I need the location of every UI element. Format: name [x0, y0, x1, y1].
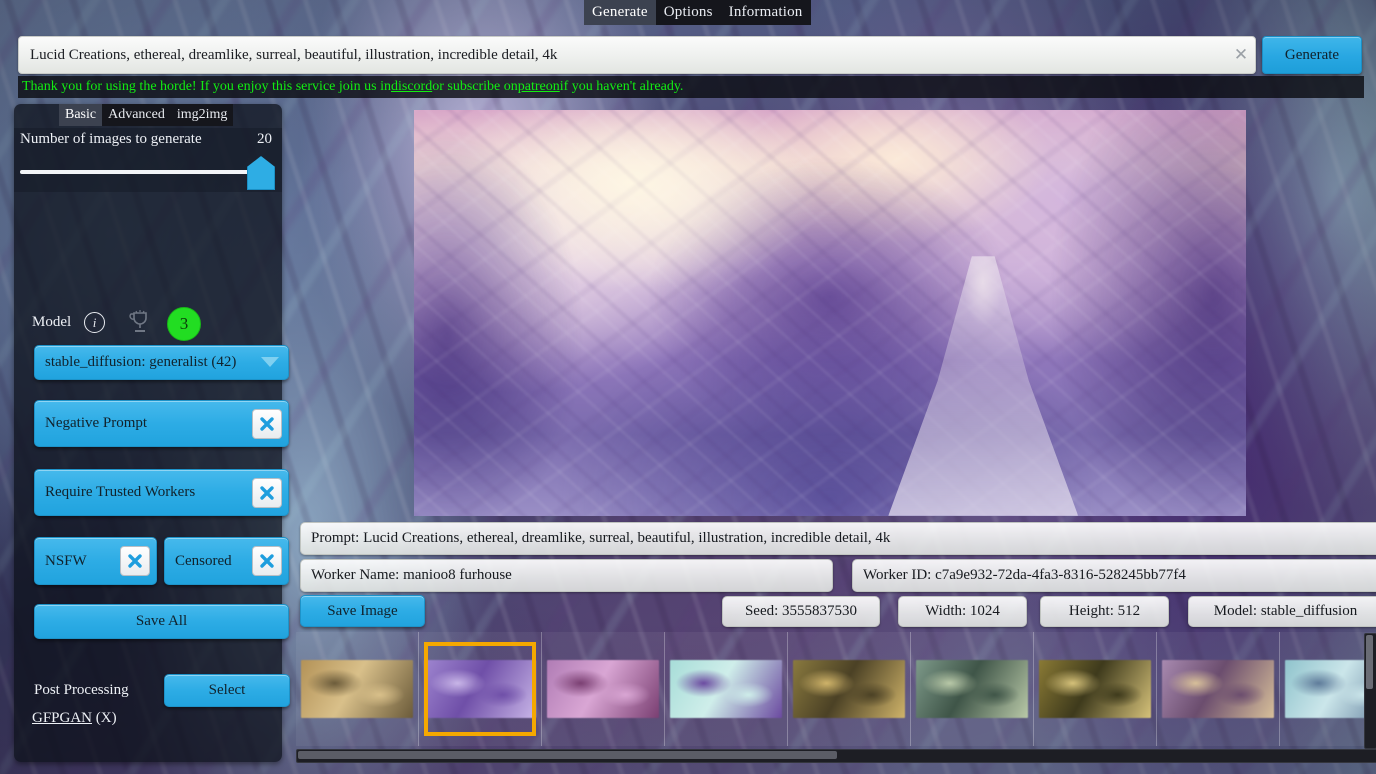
x-mark-icon[interactable]	[252, 477, 282, 508]
generated-image-preview[interactable]	[414, 110, 1246, 516]
worker-id-bar: Worker ID: c7a9e932-72da-4fa3-8316-52824…	[852, 559, 1376, 592]
post-processing-select-label: Select	[208, 682, 246, 698]
tab-generate-label: Generate	[592, 4, 648, 20]
x-mark-icon[interactable]	[252, 408, 282, 439]
thumbnail-image	[670, 660, 782, 718]
notice-part-1: Thank you for using the horde! If you en…	[22, 79, 391, 94]
model-badge: Model: stable_diffusion	[1188, 596, 1376, 627]
post-processing-select-button[interactable]: Select	[164, 674, 290, 707]
thumbnail-strip[interactable]	[296, 632, 1376, 746]
negative-prompt-label: Negative Prompt	[45, 415, 148, 431]
discord-link[interactable]: discord	[391, 79, 432, 95]
prompt-input[interactable]: Lucid Creations, ethereal, dreamlike, su…	[18, 36, 1256, 74]
thumbnail-image	[547, 660, 659, 718]
seed-badge: Seed: 3555837530	[722, 596, 880, 627]
thumbnail-6[interactable]	[911, 632, 1034, 746]
prompt-row: Lucid Creations, ethereal, dreamlike, su…	[18, 36, 1362, 74]
tab-advanced[interactable]: Advanced	[102, 104, 171, 126]
thumbnail-2[interactable]	[419, 632, 542, 746]
prompt-input-value[interactable]: Lucid Creations, ethereal, dreamlike, su…	[19, 47, 1227, 64]
tab-information-label: Information	[728, 4, 803, 20]
worker-name-bar: Worker Name: manioo8 furhouse	[300, 559, 833, 592]
worker-count-value: 3	[179, 314, 189, 333]
thumbnail-image	[793, 660, 905, 718]
negative-prompt-toggle[interactable]: Negative Prompt	[34, 400, 289, 447]
thumbnail-image	[1162, 660, 1274, 718]
x-mark-icon[interactable]	[252, 546, 282, 576]
thumbnail-image	[1285, 660, 1376, 718]
notice-part-3: if you haven't already.	[559, 79, 684, 94]
post-processing-label: Post Processing	[34, 682, 129, 698]
width-badge: Width: 1024	[898, 596, 1027, 627]
tab-img2img-label: img2img	[176, 107, 228, 122]
nsfw-label: NSFW	[45, 552, 87, 569]
chevron-down-icon	[261, 357, 279, 367]
gfpgan-remove[interactable]: (X)	[96, 710, 117, 726]
generate-button-label: Generate	[1284, 46, 1340, 63]
generate-button[interactable]: Generate	[1262, 36, 1362, 74]
tab-img2img[interactable]: img2img	[171, 104, 234, 126]
model-select-dropdown[interactable]: stable_diffusion: generalist (42)	[34, 345, 289, 380]
thumbnail-selection-border	[424, 642, 536, 736]
image-glow-layer	[414, 110, 1246, 516]
clear-prompt-icon[interactable]: ✕	[1227, 45, 1255, 65]
tab-options-label: Options	[663, 4, 713, 20]
horizontal-scrollbar-thumb[interactable]	[298, 751, 837, 759]
thumbnail-1[interactable]	[296, 632, 419, 746]
post-processing-item: GFPGAN (X)	[32, 710, 117, 727]
x-mark-icon[interactable]	[120, 546, 150, 576]
thumbnail-4[interactable]	[665, 632, 788, 746]
tab-options[interactable]: Options	[656, 0, 721, 25]
thumbnail-7[interactable]	[1034, 632, 1157, 746]
thumbnail-image	[916, 660, 1028, 718]
main-tab-bar: Generate Options Information	[584, 0, 811, 25]
thumbnail-5[interactable]	[788, 632, 911, 746]
settings-tab-bar: Basic Advanced img2img	[59, 104, 234, 126]
image-count-label: Number of images to generate	[20, 131, 202, 147]
nsfw-toggle[interactable]: NSFW	[34, 537, 157, 585]
model-label: Model	[32, 314, 72, 330]
thumbnail-image	[301, 660, 413, 718]
image-count-slider-handle[interactable]	[247, 156, 275, 190]
thumbnail-8[interactable]	[1157, 632, 1280, 746]
require-trusted-workers-toggle[interactable]: Require Trusted Workers	[34, 469, 289, 516]
model-select-value: stable_diffusion: generalist (42)	[45, 354, 237, 370]
save-all-button[interactable]: Save All	[34, 604, 289, 639]
tab-basic[interactable]: Basic	[59, 104, 103, 126]
censored-label: Censored	[175, 552, 232, 569]
notice-part-2: or subscribe on	[432, 79, 518, 94]
thumbnail-image	[1039, 660, 1151, 718]
image-count-value: 20	[257, 131, 272, 147]
save-image-button[interactable]: Save Image	[300, 595, 425, 627]
worker-count-badge: 3	[167, 307, 201, 341]
save-image-label: Save Image	[327, 602, 398, 619]
service-notice: Thank you for using the horde! If you en…	[18, 76, 1364, 98]
tab-information[interactable]: Information	[721, 0, 811, 25]
tab-advanced-label: Advanced	[108, 107, 165, 122]
result-prompt-bar: Prompt: Lucid Creations, ethereal, dream…	[300, 522, 1376, 555]
thumbnail-horizontal-scrollbar[interactable]	[296, 749, 1376, 763]
height-badge: Height: 512	[1040, 596, 1169, 627]
vertical-scrollbar-thumb[interactable]	[1366, 635, 1373, 689]
gfpgan-link[interactable]: GFPGAN	[32, 710, 92, 726]
image-count-slider-track[interactable]	[20, 170, 258, 174]
tab-basic-label: Basic	[65, 107, 97, 122]
thumbnail-9[interactable]	[1280, 632, 1376, 746]
info-circle-icon[interactable]: i	[84, 312, 105, 333]
thumbnail-3[interactable]	[542, 632, 665, 746]
trophy-icon[interactable]	[127, 309, 153, 335]
patreon-link[interactable]: patreon	[518, 79, 560, 95]
thumbnail-vertical-scrollbar[interactable]	[1364, 633, 1376, 749]
require-trusted-workers-label: Require Trusted Workers	[45, 484, 196, 500]
censored-toggle[interactable]: Censored	[164, 537, 289, 585]
image-count-slider-group: Number of images to generate 20	[14, 128, 282, 192]
settings-panel: Basic Advanced img2img Number of images …	[14, 104, 290, 762]
tab-generate[interactable]: Generate	[584, 0, 656, 25]
save-all-label: Save All	[135, 613, 188, 629]
